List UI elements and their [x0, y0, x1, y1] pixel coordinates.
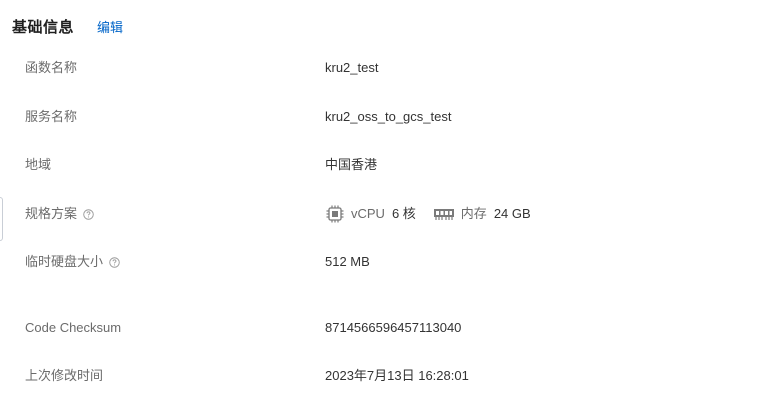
basic-info-panel: 基础信息 编辑 函数名称 kru2_test 服务名称 kru2_oss_to_…: [0, 0, 771, 400]
service-name-label: 服务名称: [25, 109, 78, 124]
edit-link[interactable]: 编辑: [97, 17, 123, 36]
function-name-label: 函数名称: [25, 60, 78, 75]
spec-value-cell: vCPU 6 核 内存 24 GB: [325, 202, 531, 226]
last-modified-value: 2023年7月13日 16:28:01: [325, 368, 469, 383]
cpu-spec: vCPU 6 核: [325, 202, 416, 226]
info-row-region: 地域 中国香港: [0, 153, 771, 177]
info-row-spec: 规格方案 vCPU 6 核 内存 24 GB: [0, 202, 771, 226]
cpu-label: vCPU: [351, 206, 385, 221]
region-value: 中国香港: [325, 157, 378, 172]
cpu-value: 6 核: [391, 206, 416, 221]
info-row-temp-disk: 临时硬盘大小 512 MB: [0, 250, 771, 274]
temp-disk-value: 512 MB: [325, 254, 370, 269]
function-name-value: kru2_test: [325, 60, 379, 75]
memory-module-icon: [433, 209, 454, 220]
code-checksum-label: Code Checksum: [25, 320, 122, 335]
spec-label-cell: 规格方案: [25, 202, 94, 226]
spec-label: 规格方案: [25, 206, 78, 221]
memory-value: 24 GB: [493, 206, 531, 221]
code-checksum-value: 8714566596457113040: [325, 320, 462, 335]
info-row-code-checksum: Code Checksum 8714566596457113040: [0, 316, 771, 340]
info-row-function-name: 函数名称 kru2_test: [0, 56, 771, 80]
info-row-last-modified: 上次修改时间 2023年7月13日 16:28:01: [0, 364, 771, 388]
section-title: 基础信息: [12, 18, 75, 36]
memory-label: 内存: [460, 206, 487, 221]
temp-disk-label: 临时硬盘大小: [25, 254, 104, 269]
help-icon[interactable]: [83, 208, 94, 220]
last-modified-label: 上次修改时间: [25, 368, 104, 383]
cpu-chip-icon: [326, 205, 344, 223]
service-name-value: kru2_oss_to_gcs_test: [325, 109, 452, 124]
section-header: 基础信息 编辑: [12, 16, 123, 36]
memory-spec: 内存 24 GB: [433, 202, 531, 226]
info-row-service-name: 服务名称 kru2_oss_to_gcs_test: [0, 105, 771, 129]
region-label: 地域: [25, 157, 52, 172]
temp-disk-label-cell: 临时硬盘大小: [25, 250, 120, 274]
help-icon[interactable]: [109, 256, 120, 268]
